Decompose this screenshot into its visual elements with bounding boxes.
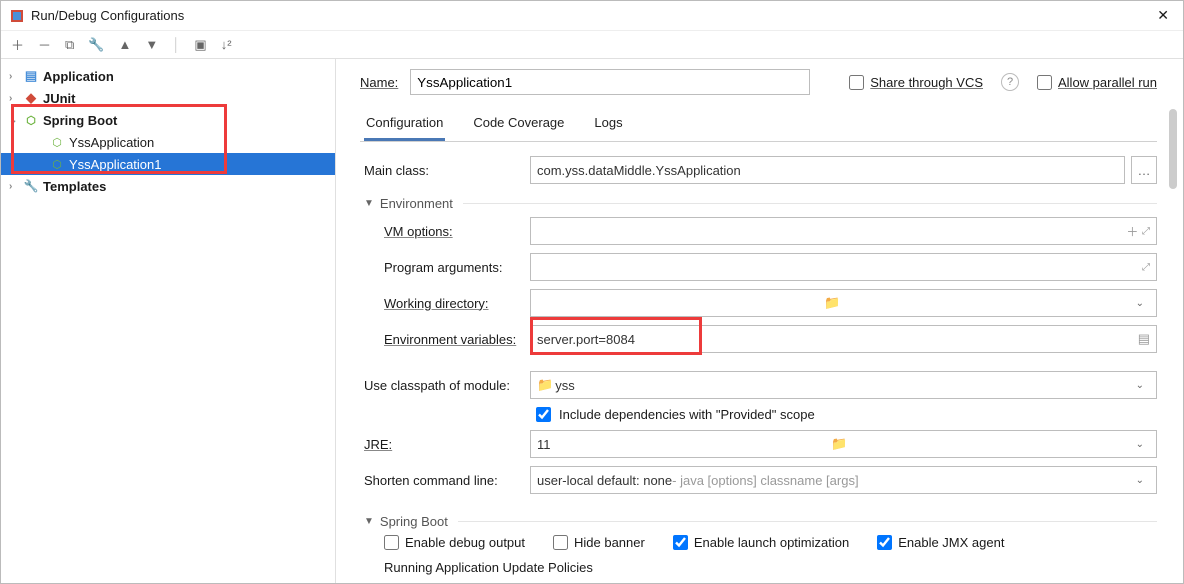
window-title: Run/Debug Configurations — [31, 8, 184, 23]
tree-label: YssApplication1 — [69, 157, 162, 172]
browse-button[interactable]: … — [1131, 156, 1157, 184]
include-provided-label: Include dependencies with "Provided" sco… — [559, 407, 815, 422]
app-logo-icon — [9, 8, 25, 24]
chevron-down-icon: ⌄ — [1130, 439, 1150, 450]
chevron-down-icon: ⌄ — [9, 115, 19, 126]
tree-label: Application — [43, 69, 114, 84]
classpath-label: Use classpath of module: — [360, 378, 530, 393]
working-dir-label: Working directory: — [360, 296, 530, 311]
program-args-label: Program arguments: — [360, 260, 530, 275]
name-row: Name: Share through VCS ? Allow parallel… — [360, 69, 1157, 95]
jre-label: JRE: — [360, 437, 530, 452]
enable-debug-checkbox[interactable]: Enable debug output — [384, 535, 525, 550]
name-input[interactable] — [410, 69, 810, 95]
triangle-down-icon: ▼ — [364, 516, 374, 527]
list-icon: ▤ — [1138, 331, 1150, 347]
toolbar: ＋ － ⧉ 🔧 ▲ ▼ │ ▣ ↓² — [1, 31, 1183, 59]
chevron-down-icon: ⌄ — [1130, 380, 1150, 391]
spring-boot-icon: ⬡ — [49, 156, 65, 172]
scrollbar[interactable] — [1169, 109, 1177, 189]
wrench-icon: 🔧 — [23, 178, 39, 194]
jre-select[interactable]: 11📁⌄ — [530, 430, 1157, 458]
chevron-right-icon: › — [9, 181, 19, 192]
main-panel: Name: Share through VCS ? Allow parallel… — [336, 59, 1183, 583]
vm-options-input[interactable]: ＋ ⤢ — [530, 217, 1157, 245]
tree-label: YssApplication — [69, 135, 154, 150]
titlebar: Run/Debug Configurations ✕ — [1, 1, 1183, 31]
add-icon[interactable]: ＋ — [11, 35, 24, 54]
environment-header[interactable]: ▼ Environment — [364, 196, 1157, 211]
tree-application[interactable]: › ▤ Application — [1, 65, 335, 87]
tree-yssapplication1[interactable]: ⬡ YssApplication1 — [1, 153, 335, 175]
copy-icon[interactable]: ⧉ — [65, 37, 74, 53]
classpath-select[interactable]: 📁yss⌄ — [530, 371, 1157, 399]
jmx-checkbox[interactable]: Enable JMX agent — [877, 535, 1004, 550]
main-class-input[interactable]: com.yss.dataMiddle.YssApplication — [530, 156, 1125, 184]
help-icon[interactable]: ? — [1001, 73, 1019, 91]
update-policies-header: Running Application Update Policies — [384, 560, 1157, 575]
launch-opt-checkbox[interactable]: Enable launch optimization — [673, 535, 849, 550]
tree-junit[interactable]: › ◆ JUnit — [1, 87, 335, 109]
down-icon[interactable]: ▼ — [145, 37, 158, 52]
shorten-label: Shorten command line: — [360, 473, 530, 488]
shorten-select[interactable]: user-local default: none - java [options… — [530, 466, 1157, 494]
tree-label: Spring Boot — [43, 113, 117, 128]
tab-logs[interactable]: Logs — [592, 109, 624, 141]
name-label: Name: — [360, 75, 398, 90]
module-icon: 📁 — [537, 377, 553, 393]
spring-boot-header[interactable]: ▼ Spring Boot — [364, 514, 1157, 529]
chevron-right-icon: › — [9, 93, 19, 104]
tab-configuration[interactable]: Configuration — [364, 109, 445, 141]
tree-spring-boot[interactable]: ⌄ ⬡ Spring Boot — [1, 109, 335, 131]
working-dir-input[interactable]: 📁⌄ — [530, 289, 1157, 317]
allow-parallel-checkbox[interactable]: Allow parallel run — [1037, 75, 1157, 90]
remove-icon[interactable]: － — [38, 35, 51, 54]
spring-boot-icon: ⬡ — [23, 112, 39, 128]
main-class-label: Main class: — [360, 163, 530, 178]
tree-label: JUnit — [43, 91, 76, 106]
share-vcs-checkbox[interactable]: Share through VCS — [849, 75, 983, 90]
vm-options-label: VM options: — [360, 224, 530, 239]
env-vars-input[interactable]: server.port=8084▤ — [530, 325, 1157, 353]
hide-banner-checkbox[interactable]: Hide banner — [553, 535, 645, 550]
tree-templates[interactable]: › 🔧 Templates — [1, 175, 335, 197]
tree-label: Templates — [43, 179, 106, 194]
chevron-down-icon: ⌄ — [1130, 475, 1150, 486]
folder-icon[interactable]: ▣ — [194, 37, 206, 53]
junit-icon: ◆ — [23, 90, 39, 106]
sidebar: › ▤ Application › ◆ JUnit ⌄ ⬡ Spring Boo… — [1, 59, 336, 583]
sort-icon[interactable]: ↓² — [221, 37, 232, 52]
spring-boot-icon: ⬡ — [49, 134, 65, 150]
folder-icon: 📁 — [824, 295, 840, 311]
env-vars-label: Environment variables: — [360, 332, 530, 347]
include-provided-checkbox[interactable] — [536, 407, 551, 422]
triangle-down-icon: ▼ — [364, 198, 374, 209]
tabs: Configuration Code Coverage Logs — [360, 109, 1157, 142]
application-icon: ▤ — [23, 68, 39, 84]
up-icon[interactable]: ▲ — [119, 37, 132, 52]
folder-icon: 📁 — [831, 436, 847, 452]
chevron-right-icon: › — [9, 71, 19, 82]
tree-yssapplication[interactable]: ⬡ YssApplication — [1, 131, 335, 153]
tab-code-coverage[interactable]: Code Coverage — [471, 109, 566, 141]
program-args-input[interactable]: ⤢ — [530, 253, 1157, 281]
edit-icon[interactable]: 🔧 — [88, 37, 104, 53]
close-icon[interactable]: ✕ — [1151, 5, 1175, 26]
